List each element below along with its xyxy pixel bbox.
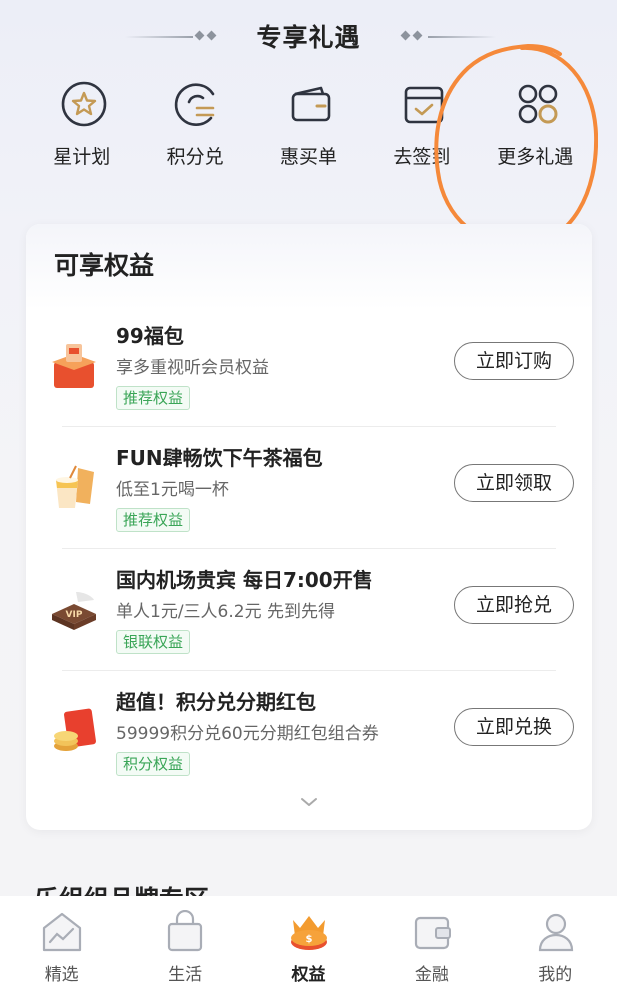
benefit-description: 59999积分兑60元分期红包组合券	[116, 724, 379, 744]
benefit-item[interactable]: 99福包 享多重视听会员权益 推荐权益 立即订购	[26, 320, 592, 442]
quick-entry-points-exchange[interactable]: 积分兑	[138, 78, 251, 174]
tab-benefits[interactable]: $ 权益	[247, 896, 370, 986]
benefit-description: 单人1元/三人6.2元 先到先得	[116, 602, 335, 622]
shopping-bag-icon	[168, 910, 203, 952]
benefit-description: 享多重视听会员权益	[116, 358, 269, 378]
wallet-card-icon	[415, 916, 452, 950]
benefit-name: FUN肆畅饮下午茶福包	[116, 446, 323, 470]
card-title: 可享权益	[54, 251, 155, 280]
drink-cup-icon	[56, 465, 94, 508]
exchange-button[interactable]: 立即兑换	[454, 708, 574, 746]
benefit-item[interactable]: FUN肆畅饮下午茶福包 低至1元喝一杯 推荐权益 立即领取	[26, 442, 592, 564]
vip-airport-icon: VIP	[52, 592, 96, 630]
benefit-tag: 积分权益	[116, 752, 191, 776]
benefit-tag: 银联权益	[116, 630, 191, 654]
divider	[62, 426, 556, 427]
svg-text:VIP: VIP	[66, 610, 83, 620]
benefits-card: 可享权益 99福包 享多重视听会员权益 推荐权益 立即订购 FUN肆畅饮下午茶福…	[26, 224, 592, 830]
claim-button[interactable]: 立即领取	[454, 464, 574, 502]
annotation-highlight-circle	[434, 43, 598, 249]
divider	[62, 548, 556, 549]
page: 专享礼遇 星计划 积分兑 惠买单 去签到 更多礼遇 可享权益 99福包 享多重视…	[0, 0, 617, 986]
benefit-name: 国内机场贵宾 每日7:00开售	[116, 568, 373, 592]
red-gift-box-icon	[52, 344, 96, 388]
tab-label: 精选	[44, 965, 79, 985]
home-chart-icon	[42, 912, 82, 952]
chevron-down-icon[interactable]	[300, 796, 318, 808]
benefit-tag: 推荐权益	[116, 508, 191, 532]
svg-text:$: $	[305, 934, 312, 945]
tab-label: 权益	[291, 965, 326, 985]
quick-entry-label: 惠买单	[279, 146, 337, 168]
quick-entry-label: 星计划	[53, 146, 111, 168]
benefit-name: 99福包	[116, 324, 184, 348]
benefit-item[interactable]: VIP 国内机场贵宾 每日7:00开售 单人1元/三人6.2元 先到先得 银联权…	[26, 564, 592, 686]
tab-label: 我的	[538, 965, 573, 985]
wallet-icon	[291, 86, 331, 122]
tab-label: 生活	[168, 965, 203, 985]
benefit-item[interactable]: 超值！积分兑分期红包 59999积分兑60元分期红包组合券 积分权益 立即兑换	[26, 686, 592, 808]
benefit-description: 低至1元喝一杯	[116, 480, 229, 500]
bottom-tab-bar: 精选 生活 $ 权益 金融 我的	[0, 896, 617, 986]
quick-entry-pay[interactable]: 惠买单	[252, 78, 365, 174]
benefit-tag: 推荐权益	[116, 386, 191, 410]
divider	[62, 670, 556, 671]
subscribe-button[interactable]: 立即订购	[454, 342, 574, 380]
tab-label: 金融	[414, 965, 449, 985]
user-icon	[538, 913, 573, 952]
tab-life[interactable]: 生活	[123, 896, 246, 986]
title-decoration-right	[428, 36, 496, 38]
red-envelope-coins-icon	[54, 708, 96, 751]
crown-coin-icon: $	[290, 916, 327, 950]
tab-finance[interactable]: 金融	[370, 896, 493, 986]
star-circle-icon	[61, 81, 107, 127]
redeem-button[interactable]: 立即抢兑	[454, 586, 574, 624]
tab-featured[interactable]: 精选	[0, 896, 123, 986]
benefit-name: 超值！积分兑分期红包	[116, 690, 316, 714]
quick-entry-star-plan[interactable]: 星计划	[25, 78, 138, 174]
quick-entry-label: 积分兑	[166, 146, 224, 168]
tab-mine[interactable]: 我的	[494, 896, 617, 986]
points-exchange-icon	[175, 83, 215, 126]
